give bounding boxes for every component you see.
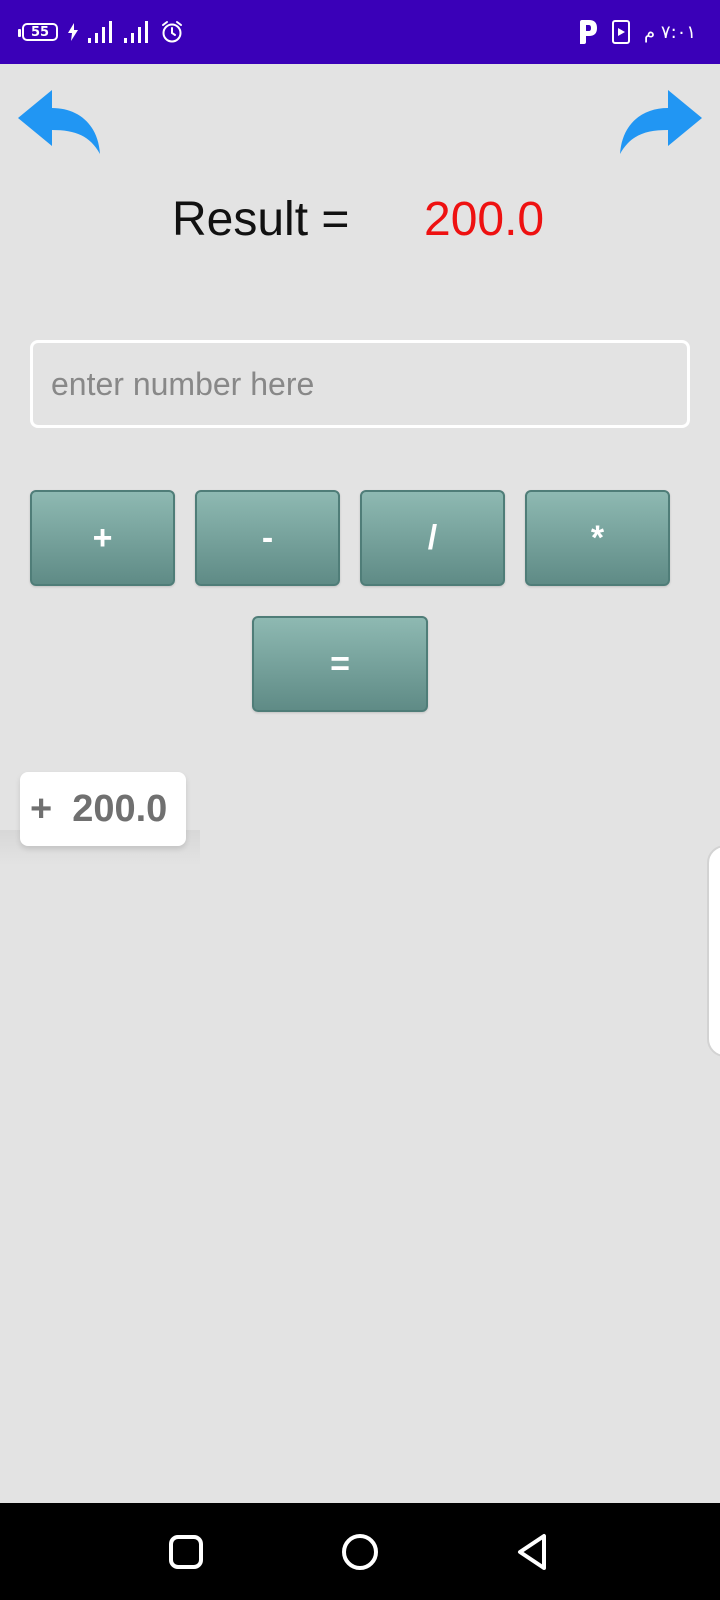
history-item[interactable]: + 200.0: [20, 772, 186, 846]
status-right-group: ٧:٠١ م: [578, 18, 696, 46]
redo-button[interactable]: [618, 88, 702, 158]
divide-button[interactable]: /: [360, 490, 505, 586]
charging-bolt-icon: [68, 23, 78, 41]
status-left-group: 55: [18, 18, 184, 46]
home-icon: [342, 1534, 378, 1570]
history-value: 200.0: [72, 787, 168, 830]
parking-app-icon: [580, 20, 598, 44]
status-clock: ٧:٠١ م: [644, 21, 696, 43]
result-label: Result =: [172, 193, 350, 246]
media-play-icon: [612, 20, 631, 44]
undo-button[interactable]: [18, 88, 102, 158]
edge-panel-handle[interactable]: [707, 845, 720, 1057]
battery-level: 55: [30, 24, 50, 40]
subtract-button[interactable]: -: [195, 490, 340, 586]
number-input[interactable]: [30, 340, 690, 428]
alarm-clock-icon: [162, 21, 182, 43]
redo-arrow-icon: [620, 90, 702, 154]
status-bar: 55 ٧:٠١ م: [0, 0, 720, 64]
back-button[interactable]: [510, 1528, 558, 1576]
signal-bars-icon: [88, 21, 112, 43]
history-operator: +: [30, 787, 53, 830]
add-button[interactable]: +: [30, 490, 175, 586]
home-button[interactable]: [336, 1528, 384, 1576]
result-value: 200.0: [424, 193, 545, 246]
back-icon: [518, 1534, 546, 1570]
recent-apps-button[interactable]: [162, 1528, 210, 1576]
signal-bars-icon: [124, 21, 148, 43]
equals-button[interactable]: =: [252, 616, 428, 712]
multiply-button[interactable]: *: [525, 490, 670, 586]
navigation-bar: [0, 1503, 720, 1600]
battery-icon: 55: [18, 23, 58, 41]
recent-apps-icon: [169, 1535, 203, 1569]
undo-arrow-icon: [18, 90, 100, 154]
